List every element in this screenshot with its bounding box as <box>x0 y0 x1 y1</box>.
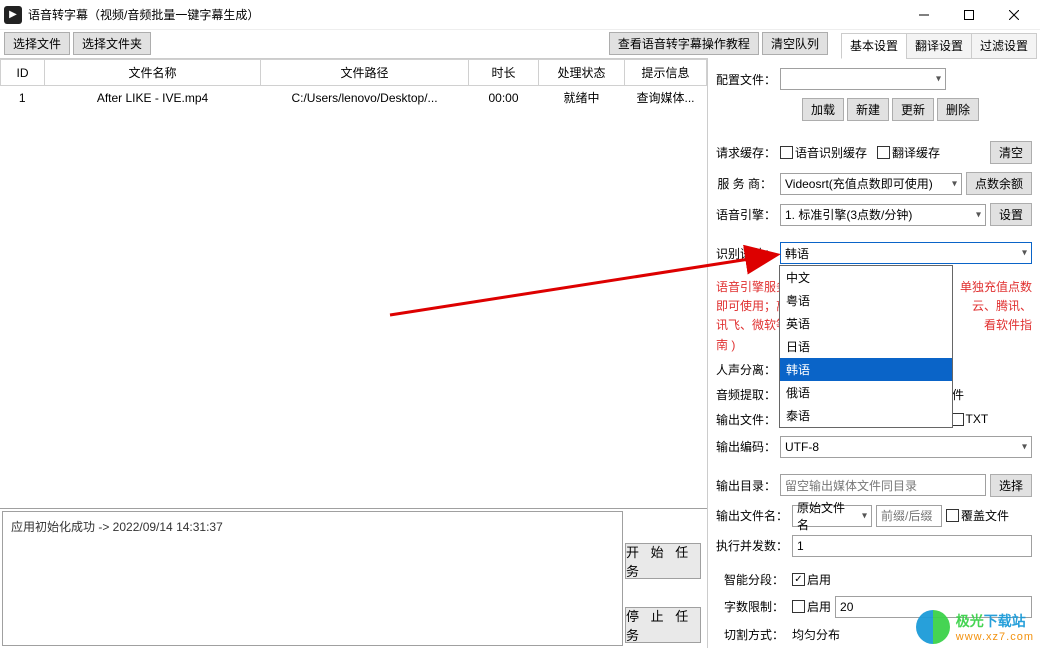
tab-translate[interactable]: 翻译设置 <box>906 33 972 59</box>
cache-label: 请求缓存： <box>716 144 776 161</box>
lang-option[interactable]: 泰语 <box>780 404 952 427</box>
close-button[interactable] <box>991 1 1036 29</box>
cache-clear-button[interactable]: 清空 <box>990 141 1032 164</box>
table-row[interactable]: 1 After LIKE - IVE.mp4 C:/Users/lenovo/D… <box>1 86 707 110</box>
chevron-down-icon: ▾ <box>1022 441 1027 452</box>
config-load-button[interactable]: 加载 <box>802 98 844 121</box>
minimize-button[interactable] <box>901 1 946 29</box>
maximize-button[interactable] <box>946 1 991 29</box>
cell-hint: 查询媒体... <box>625 86 707 110</box>
tutorial-button[interactable]: 查看语音转字幕操作教程 <box>609 32 759 55</box>
cut-value: 均匀分布 <box>792 626 840 643</box>
start-task-button[interactable]: 开 始 任 务 <box>625 543 701 579</box>
file-table-area: ID 文件名称 文件路径 时长 处理状态 提示信息 1 After LIKE -… <box>0 58 707 508</box>
config-delete-button[interactable]: 删除 <box>937 98 979 121</box>
tab-filter[interactable]: 过滤设置 <box>971 33 1037 59</box>
watermark: 极光下载站 www.xz7.com <box>916 610 1034 644</box>
charlimit-enable-checkbox[interactable]: 启用 <box>792 598 831 615</box>
titlebar: ▶ 语音转字幕（视频/音频批量一键字幕生成） <box>0 0 1040 30</box>
concurrent-label: 执行并发数： <box>716 537 788 554</box>
log-area: 应用初始化成功 -> 2022/09/14 14:31:37 开 始 任 务 停… <box>0 508 707 648</box>
provider-balance-button[interactable]: 点数余额 <box>966 172 1032 195</box>
col-path[interactable]: 文件路径 <box>261 60 469 86</box>
col-status[interactable]: 处理状态 <box>539 60 625 86</box>
toolbar: 选择文件 选择文件夹 查看语音转字幕操作教程 清空队列 基本设置 翻译设置 过滤… <box>0 30 1040 58</box>
provider-label: 服 务 商： <box>716 175 776 192</box>
engine-label: 语音引擎： <box>716 206 776 223</box>
watermark-logo-icon <box>916 610 950 644</box>
app-icon: ▶ <box>4 6 22 24</box>
charlimit-label: 字数限制： <box>716 598 788 615</box>
chevron-down-icon: ▾ <box>862 510 867 521</box>
voice-sep-label: 人声分离： <box>716 361 776 378</box>
col-duration[interactable]: 时长 <box>469 60 539 86</box>
right-panel: 配置文件： ▾ 加载 新建 更新 删除 请求缓存： 语音识别缓存 翻译缓存 清空… <box>708 58 1040 648</box>
lang-select[interactable]: 韩语▾ <box>780 242 1032 264</box>
enc-select[interactable]: UTF-8▾ <box>780 436 1032 458</box>
log-textarea[interactable]: 应用初始化成功 -> 2022/09/14 14:31:37 <box>2 511 623 646</box>
chevron-down-icon: ▾ <box>976 209 981 220</box>
log-line: 应用初始化成功 -> 2022/09/14 14:31:37 <box>11 518 614 535</box>
col-name[interactable]: 文件名称 <box>45 60 261 86</box>
config-update-button[interactable]: 更新 <box>892 98 934 121</box>
outname-affix-input[interactable]: 前缀/后缀 <box>876 505 942 527</box>
lang-option[interactable]: 俄语 <box>780 381 952 404</box>
cell-status: 就绪中 <box>539 86 625 110</box>
concurrent-input[interactable]: 1 <box>792 535 1032 557</box>
chevron-down-icon: ▾ <box>936 74 941 85</box>
chevron-down-icon: ▾ <box>1022 248 1027 259</box>
outname-label: 输出文件名： <box>716 507 788 524</box>
overwrite-checkbox[interactable]: 覆盖文件 <box>946 507 1009 524</box>
outname-select[interactable]: 原始文件名▾ <box>792 505 872 527</box>
enc-label: 输出编码： <box>716 438 776 455</box>
lang-option[interactable]: 英语 <box>780 312 952 335</box>
stop-task-button[interactable]: 停 止 任 务 <box>625 607 701 643</box>
cache-translate-checkbox[interactable]: 翻译缓存 <box>877 144 940 161</box>
engine-select[interactable]: 1. 标准引擎(3点数/分钟)▾ <box>780 204 986 226</box>
outdir-label: 输出目录： <box>716 477 776 494</box>
smartseg-label: 智能分段： <box>716 571 788 588</box>
cell-name: After LIKE - IVE.mp4 <box>45 86 261 110</box>
chevron-down-icon: ▾ <box>952 178 957 189</box>
lang-option[interactable]: 日语 <box>780 335 952 358</box>
tab-basic[interactable]: 基本设置 <box>841 33 907 59</box>
lang-option[interactable]: 中文 <box>780 266 952 289</box>
col-id[interactable]: ID <box>1 60 45 86</box>
config-label: 配置文件： <box>716 71 776 88</box>
engine-settings-button[interactable]: 设置 <box>990 203 1032 226</box>
cell-duration: 00:00 <box>469 86 539 110</box>
clear-queue-button[interactable]: 清空队列 <box>762 32 828 55</box>
outfile-label: 输出文件： <box>716 411 776 428</box>
config-select[interactable]: ▾ <box>780 68 946 90</box>
outdir-input[interactable]: 留空输出媒体文件同目录 <box>780 474 986 496</box>
audio-ext-label: 音频提取： <box>716 386 776 403</box>
outdir-browse-button[interactable]: 选择 <box>990 474 1032 497</box>
cut-label: 切割方式： <box>716 626 788 643</box>
lang-label: 识别语种： <box>716 245 776 262</box>
left-panel: ID 文件名称 文件路径 时长 处理状态 提示信息 1 After LIKE -… <box>0 58 708 648</box>
lang-dropdown-list[interactable]: 中文 粤语 英语 日语 韩语 俄语 泰语 <box>779 265 953 428</box>
file-table: ID 文件名称 文件路径 时长 处理状态 提示信息 1 After LIKE -… <box>0 59 707 109</box>
select-file-button[interactable]: 选择文件 <box>4 32 70 55</box>
watermark-text: 极光下载站 <box>956 611 1034 631</box>
col-hint[interactable]: 提示信息 <box>625 60 707 86</box>
config-new-button[interactable]: 新建 <box>847 98 889 121</box>
app-title: 语音转字幕（视频/音频批量一键字幕生成） <box>28 6 259 23</box>
cache-voice-checkbox[interactable]: 语音识别缓存 <box>780 144 867 161</box>
provider-select[interactable]: Videosrt(充值点数即可使用)▾ <box>780 173 962 195</box>
watermark-url: www.xz7.com <box>956 631 1034 643</box>
cell-path: C:/Users/lenovo/Desktop/... <box>261 86 469 110</box>
out-txt-checkbox[interactable]: TXT <box>951 412 989 426</box>
select-folder-button[interactable]: 选择文件夹 <box>73 32 151 55</box>
cell-id: 1 <box>1 86 45 110</box>
smartseg-enable-checkbox[interactable]: ✓启用 <box>792 571 831 588</box>
lang-option[interactable]: 粤语 <box>780 289 952 312</box>
lang-option-selected[interactable]: 韩语 <box>780 358 952 381</box>
